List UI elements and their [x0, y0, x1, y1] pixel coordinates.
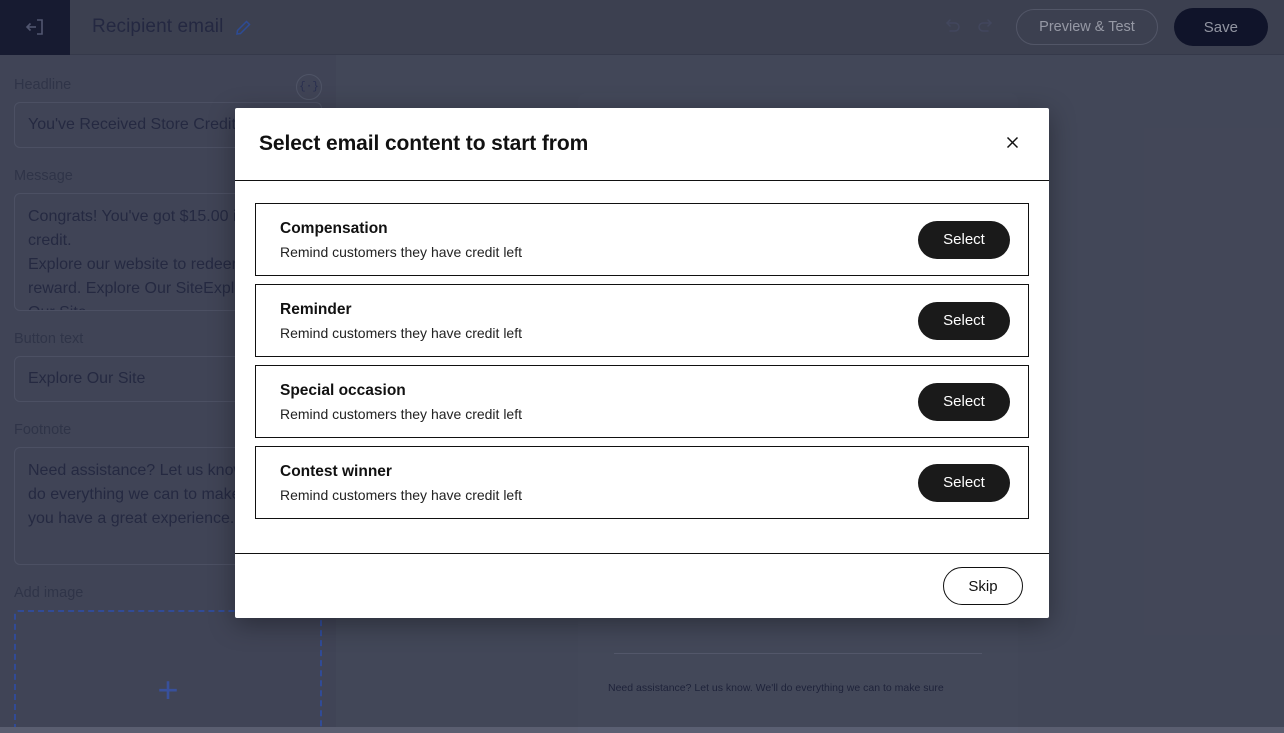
- select-button[interactable]: Select: [918, 383, 1010, 421]
- list-item[interactable]: Contest winner Remind customers they hav…: [255, 446, 1029, 519]
- item-subtitle: Remind customers they have credit left: [280, 325, 522, 341]
- item-title: Reminder: [280, 301, 522, 319]
- item-title: Special occasion: [280, 382, 522, 400]
- item-text-group: Contest winner Remind customers they hav…: [280, 463, 522, 503]
- item-subtitle: Remind customers they have credit left: [280, 244, 522, 260]
- skip-button[interactable]: Skip: [943, 567, 1023, 605]
- modal-header: Select email content to start from: [235, 108, 1049, 181]
- item-subtitle: Remind customers they have credit left: [280, 487, 522, 503]
- list-item[interactable]: Compensation Remind customers they have …: [255, 203, 1029, 276]
- item-text-group: Reminder Remind customers they have cred…: [280, 301, 522, 341]
- select-content-modal: Select email content to start from Compe…: [235, 108, 1049, 618]
- select-button[interactable]: Select: [918, 221, 1010, 259]
- modal-footer: Skip: [235, 553, 1049, 618]
- item-text-group: Compensation Remind customers they have …: [280, 220, 522, 260]
- item-text-group: Special occasion Remind customers they h…: [280, 382, 522, 422]
- modal-title: Select email content to start from: [259, 132, 588, 156]
- item-subtitle: Remind customers they have credit left: [280, 406, 522, 422]
- list-item[interactable]: Special occasion Remind customers they h…: [255, 365, 1029, 438]
- select-button[interactable]: Select: [918, 302, 1010, 340]
- modal-body: Compensation Remind customers they have …: [235, 181, 1049, 553]
- item-title: Contest winner: [280, 463, 522, 481]
- close-icon: [1004, 134, 1021, 154]
- item-title: Compensation: [280, 220, 522, 238]
- list-item[interactable]: Reminder Remind customers they have cred…: [255, 284, 1029, 357]
- select-button[interactable]: Select: [918, 464, 1010, 502]
- close-button[interactable]: [997, 129, 1027, 159]
